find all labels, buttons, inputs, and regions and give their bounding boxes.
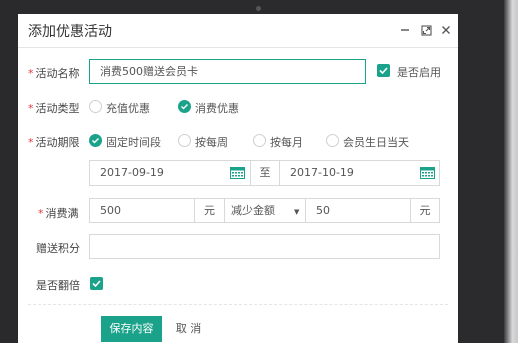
- activity-type-label: * 活动类型: [28, 100, 80, 116]
- enable-label: 是否启用: [397, 66, 441, 79]
- calendar-icon[interactable]: [420, 167, 435, 179]
- add-promotion-dialog: 添加优惠活动 * 活动名称 消费500赠送会员卡 是否启用 * 活动类型 充值优惠 …: [18, 14, 458, 343]
- activity-name-label-text: 活动名称: [35, 67, 80, 80]
- discount-input[interactable]: 50: [305, 198, 411, 223]
- laptop-bezel-left: [0, 0, 18, 343]
- activity-period-label: * 活动期限: [28, 134, 80, 150]
- period-radio-monthly[interactable]: [253, 134, 266, 147]
- activity-type-label-text: 活动类型: [35, 102, 80, 115]
- laptop-bezel-right: [504, 0, 518, 343]
- spend-label: * 消费满: [38, 205, 79, 221]
- period-option-weekly: 按每周: [195, 136, 228, 149]
- calendar-icon[interactable]: [230, 167, 245, 179]
- minimize-icon[interactable]: [398, 23, 412, 37]
- double-checkbox[interactable]: [90, 277, 103, 290]
- enable-checkbox[interactable]: [377, 64, 390, 77]
- points-input[interactable]: [89, 234, 440, 259]
- period-option-monthly: 按每月: [270, 136, 303, 149]
- spend-label-text: 消费满: [45, 207, 79, 220]
- spend-amount-input[interactable]: 500: [89, 198, 195, 223]
- period-radio-fixed[interactable]: [89, 134, 102, 147]
- dialog-titlebar: 添加优惠活动: [18, 14, 458, 48]
- activity-name-input[interactable]: 消费500赠送会员卡: [89, 59, 366, 84]
- discount-unit: 元: [410, 198, 440, 223]
- save-button[interactable]: 保存内容: [101, 316, 162, 342]
- required-marker: *: [28, 67, 34, 80]
- camera-icon: [256, 6, 261, 11]
- period-radio-birthday[interactable]: [326, 134, 339, 147]
- maximize-icon[interactable]: [419, 23, 433, 37]
- period-radio-weekly[interactable]: [178, 134, 191, 147]
- divider: [28, 304, 448, 305]
- period-option-fixed: 固定时间段: [106, 136, 161, 149]
- type-radio-recharge[interactable]: [89, 100, 102, 113]
- double-label: 是否翻倍: [36, 279, 80, 292]
- chevron-down-icon: ▼: [294, 208, 300, 216]
- close-icon[interactable]: [439, 23, 453, 37]
- end-date-input[interactable]: 2017-10-19: [279, 160, 440, 186]
- cancel-button[interactable]: 取 消: [168, 316, 209, 342]
- start-date-input[interactable]: 2017-09-19: [89, 160, 251, 186]
- spend-unit: 元: [194, 198, 225, 223]
- period-option-birthday: 会员生日当天: [343, 136, 409, 149]
- points-label: 赠送积分: [36, 242, 80, 255]
- activity-period-label-text: 活动期限: [35, 136, 80, 149]
- dialog-title: 添加优惠活动: [28, 24, 112, 40]
- activity-name-label: * 活动名称: [28, 65, 80, 81]
- date-range-separator: 至: [250, 160, 280, 186]
- type-radio-consume[interactable]: [178, 100, 191, 113]
- required-marker: *: [38, 207, 44, 220]
- required-marker: *: [28, 102, 34, 115]
- required-marker: *: [28, 136, 34, 149]
- type-option-recharge: 充值优惠: [106, 102, 150, 115]
- type-option-consume: 消费优惠: [195, 102, 239, 115]
